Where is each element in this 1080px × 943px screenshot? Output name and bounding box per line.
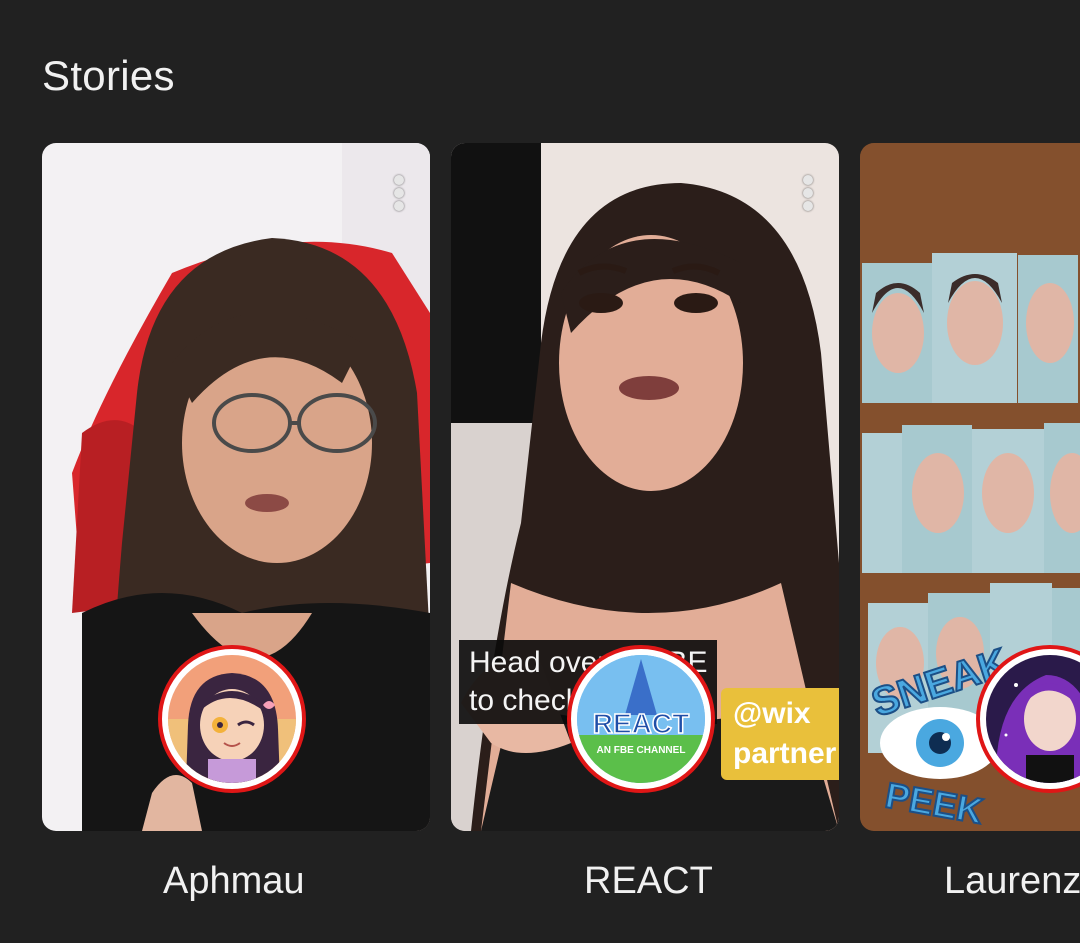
avatar-logo-subtext: AN FBE CHANNEL	[597, 745, 686, 756]
story-card-laurenz[interactable]: SNEAK PEEK	[860, 143, 1080, 831]
story-card-react[interactable]: Head over to FBE to check @wix partner R…	[451, 143, 839, 831]
avatar-logo-text: REACT	[593, 708, 689, 739]
sticker-line: partner	[733, 737, 837, 770]
avatar-image	[168, 655, 296, 783]
channel-name[interactable]: Laurenzside	[944, 860, 1080, 903]
sticker-line: @wix	[733, 697, 811, 730]
channel-name[interactable]: REACT	[584, 860, 713, 903]
more-vert-icon[interactable]	[801, 173, 815, 213]
section-title: Stories	[42, 52, 175, 99]
more-vert-icon[interactable]	[392, 173, 406, 213]
channel-name[interactable]: Aphmau	[163, 860, 305, 903]
sponsor-sticker: @wix partner	[721, 688, 839, 780]
stories-screen: Stories Head over to FBE to check @wix p…	[0, 0, 1080, 943]
avatar-image: REACT AN FBE CHANNEL	[577, 655, 705, 783]
channel-avatar[interactable]: REACT AN FBE CHANNEL	[567, 645, 715, 793]
story-card-aphmau[interactable]	[42, 143, 430, 831]
avatar-image	[986, 655, 1080, 783]
channel-avatar[interactable]	[158, 645, 306, 793]
